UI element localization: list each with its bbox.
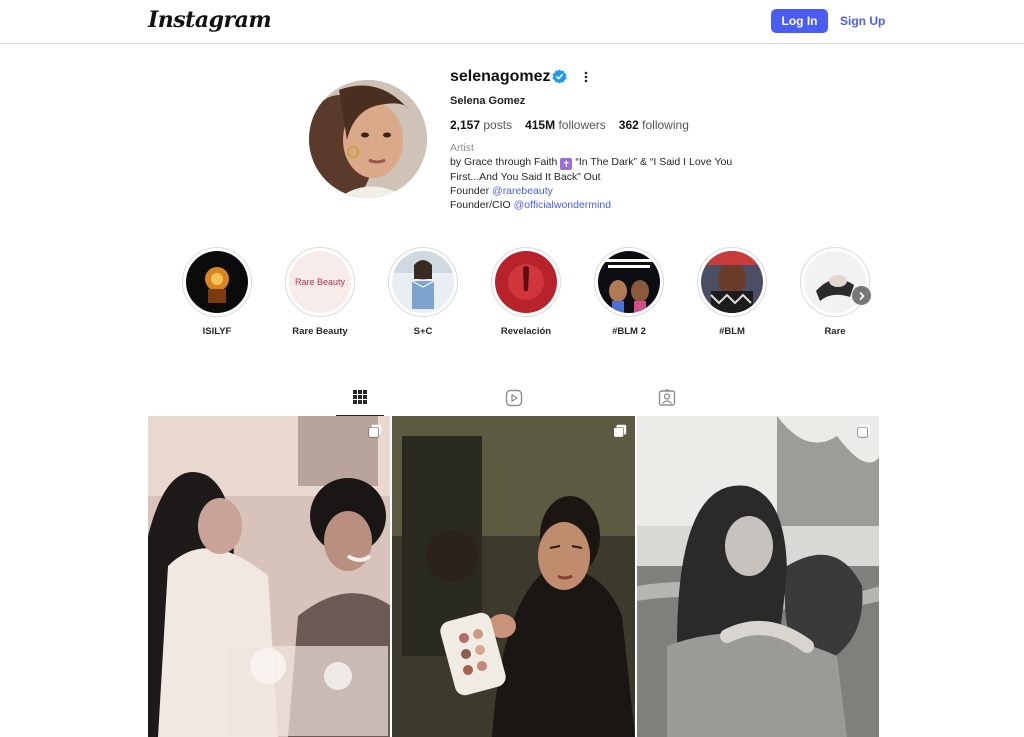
following-label: following xyxy=(642,118,689,132)
rare-beauty-logo-text: Rare Beauty xyxy=(295,277,346,287)
followers-label: followers xyxy=(558,118,606,132)
tab-posts[interactable] xyxy=(336,386,384,416)
bio-line-cio: Founder/CIO @officialwondermind xyxy=(450,198,770,212)
wondermind-link[interactable]: @officialwondermind xyxy=(514,199,611,211)
login-button[interactable]: Log In xyxy=(771,9,828,33)
highlight-thumbnail xyxy=(701,251,763,313)
followers-count: 415M xyxy=(525,118,556,132)
highlight-isilyf[interactable]: ISILYF xyxy=(181,247,253,337)
verified-badge-icon xyxy=(552,69,567,84)
reels-icon xyxy=(505,389,523,407)
highlight-ring xyxy=(697,247,767,317)
profile-avatar[interactable] xyxy=(309,80,427,198)
tab-reels[interactable] xyxy=(490,386,538,416)
rarebeauty-link[interactable]: @rarebeauty xyxy=(492,185,553,197)
highlight-thumbnail: Rare Beauty xyxy=(289,251,351,313)
bio-line-1: by Grace through Faith ✝ “In The Dark” & “… xyxy=(450,155,770,170)
profile-tabs xyxy=(148,386,879,416)
post-photo xyxy=(392,416,635,737)
bio-line-2: First...And You Said It Back” Out xyxy=(450,171,601,183)
highlight-ring xyxy=(491,247,561,317)
instagram-logo[interactable]: Instagram xyxy=(148,7,272,33)
highlight-thumbnail xyxy=(186,251,248,313)
grid-icon xyxy=(353,390,367,404)
following-count: 362 xyxy=(618,118,639,132)
posts-count: 2,157 xyxy=(450,118,481,132)
highlight-label: S+C xyxy=(413,326,433,337)
carousel-icon xyxy=(613,424,626,438)
highlight-thumbnail xyxy=(598,251,660,313)
carousel-icon xyxy=(857,424,871,438)
post-thumbnail[interactable] xyxy=(636,416,879,737)
bio-line-1-start: by Grace through Faith xyxy=(450,156,558,168)
highlight-ring xyxy=(800,247,870,317)
posts-grid xyxy=(148,416,879,737)
profile-username: selenagomez xyxy=(450,68,551,85)
story-highlights: ISILYF Rare Beauty Rare Beauty S+C Revel… xyxy=(181,247,881,342)
highlight-thumbnail xyxy=(495,251,557,313)
tab-tagged[interactable] xyxy=(643,386,691,416)
founder-prefix: Founder xyxy=(450,185,490,197)
highlight-ring: Rare Beauty xyxy=(285,247,355,317)
posts-label: posts xyxy=(483,118,513,132)
avatar-photo xyxy=(309,80,427,198)
highlight-ring xyxy=(182,247,252,317)
highlight-s-c[interactable]: S+C xyxy=(387,247,459,337)
profile-bio: Artist by Grace through Faith ✝ “In The Da… xyxy=(450,141,770,212)
top-nav-bar: Instagram Log In Sign Up xyxy=(0,0,1024,44)
highlight-blm[interactable]: #BLM xyxy=(696,247,768,337)
tagged-icon xyxy=(658,389,676,406)
cross-emoji-icon: ✝ xyxy=(560,158,573,170)
highlight-rare-beauty[interactable]: Rare Beauty Rare Beauty xyxy=(284,247,356,337)
highlight-ring xyxy=(388,247,458,317)
highlight-label: Rare Beauty xyxy=(292,326,348,337)
following-stat[interactable]: 362 following xyxy=(619,118,689,132)
followers-stat[interactable]: 415M followers xyxy=(525,118,606,132)
post-thumbnail[interactable] xyxy=(148,416,391,737)
highlight-label: Revelación xyxy=(500,326,552,337)
profile-stats: 2,157 posts 415M followers 362 following xyxy=(450,118,689,132)
bio-line-1-end: “In The Dark” & “I Said I Love You xyxy=(575,156,733,168)
highlights-next-arrow-icon[interactable] xyxy=(852,286,871,305)
bio-line-founder: Founder @rarebeauty xyxy=(450,184,770,198)
profile-full-name: Selena Gomez xyxy=(450,95,526,107)
bio-category: Artist xyxy=(450,142,474,154)
highlight-label: Rare xyxy=(824,326,846,337)
carousel-icon xyxy=(368,424,382,438)
highlight-label: #BLM 2 xyxy=(612,326,646,337)
post-thumbnail[interactable] xyxy=(392,416,635,737)
more-options-icon[interactable] xyxy=(578,68,594,86)
highlight-blm-2[interactable]: #BLM 2 xyxy=(593,247,665,337)
post-photo xyxy=(148,416,391,737)
highlight-thumbnail xyxy=(392,251,454,313)
cio-prefix: Founder/CIO xyxy=(450,199,511,211)
highlight-ring xyxy=(594,247,664,317)
posts-stat: 2,157 posts xyxy=(450,118,512,132)
signup-link[interactable]: Sign Up xyxy=(840,14,885,28)
highlight-label: ISILYF xyxy=(202,326,232,337)
highlight-label: #BLM xyxy=(719,326,745,337)
highlight-revelacion[interactable]: Revelación xyxy=(490,247,562,337)
post-photo xyxy=(636,416,879,737)
